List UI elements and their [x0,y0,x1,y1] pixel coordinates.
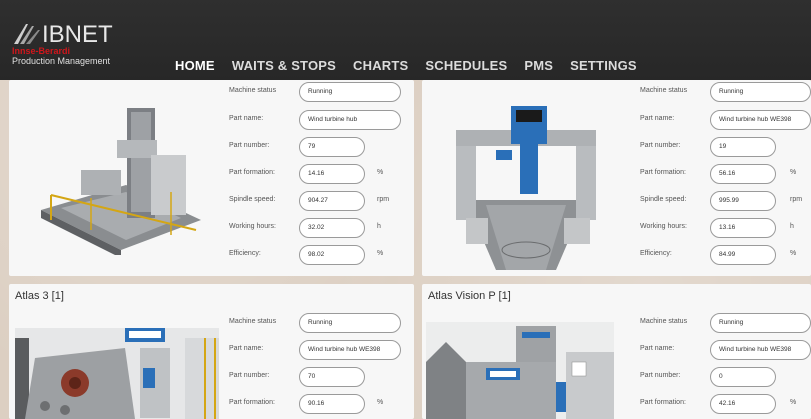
machine-panel-2: Machine status Running Part name: Wind t… [422,80,811,276]
part-number-label: Part number: [640,142,681,149]
nav-home[interactable]: HOME [175,58,215,73]
part-name-value[interactable]: Wind turbine hub [299,110,401,130]
machine-status-label: Machine status [640,87,688,94]
part-formation-label: Part formation: [229,399,275,406]
part-number-value[interactable]: 0 [710,367,776,387]
part-number-label: Part number: [640,372,681,379]
field-machine-status: Machine status Running [640,82,811,102]
part-name-label: Part name: [229,345,264,352]
machine-status-label: Machine status [640,318,688,325]
part-number-value[interactable]: 79 [299,137,365,157]
machine-panel-1: Machine status Running Part name: Wind t… [9,80,414,276]
field-part-formation: Part formation: 42.16 % [640,394,811,414]
field-spindle-speed: Spindle speed: 995.99 rpm [640,191,811,211]
app-header: IBNET Innse-Berardi Production Managemen… [0,0,811,80]
field-part-name: Part name: Wind turbine hub WE398 [640,110,811,130]
part-formation-unit: % [377,169,384,176]
spindle-speed-value[interactable]: 995.99 [710,191,776,211]
main-nav: HOME WAITS & STOPS CHARTS SCHEDULES PMS … [175,58,654,73]
part-formation-unit: % [790,399,797,406]
part-formation-value[interactable]: 90.16 [299,394,365,414]
machine-title: Atlas 3 [1] [15,290,64,302]
nav-charts[interactable]: CHARTS [353,58,408,73]
working-hours-label: Working hours: [640,223,687,230]
field-part-formation: Part formation: 56.16 % [640,164,811,184]
part-name-label: Part name: [640,345,675,352]
working-hours-value[interactable]: 32.02 [299,218,365,238]
efficiency-unit: % [790,250,797,257]
spindle-speed-unit: rpm [377,196,390,203]
efficiency-value[interactable]: 84.99 [710,245,776,265]
part-formation-value[interactable]: 42.16 [710,394,776,414]
nav-waits-stops[interactable]: WAITS & STOPS [232,58,336,73]
part-formation-label: Part formation: [640,399,686,406]
machine-image [15,328,219,419]
part-formation-value[interactable]: 56.16 [710,164,776,184]
spindle-speed-label: Spindle speed: [229,196,276,203]
working-hours-unit: h [790,223,794,230]
machine-status-value[interactable]: Running [299,82,401,102]
machine-image [41,108,201,255]
machine-panel-3: Atlas 3 [1] Machine status Running Part … [9,284,414,419]
efficiency-value[interactable]: 98.02 [299,245,365,265]
spindle-speed-value[interactable]: 904.27 [299,191,365,211]
working-hours-value[interactable]: 13.16 [710,218,776,238]
part-number-value[interactable]: 19 [710,137,776,157]
part-name-value[interactable]: Wind turbine hub WE398 [710,110,811,130]
part-formation-label: Part formation: [640,169,686,176]
working-hours-label: Working hours: [229,223,276,230]
part-formation-unit: % [790,169,797,176]
field-part-number: Part number: 0 [640,367,811,387]
part-name-value[interactable]: Wind turbine hub WE398 [299,340,401,360]
ibnet-logo-icon [14,24,40,44]
nav-settings[interactable]: SETTINGS [570,58,637,73]
field-machine-status: Machine status Running [640,313,811,333]
machine-status-value[interactable]: Running [710,313,811,333]
part-number-label: Part number: [229,142,270,149]
brand-subtitle-company: Innse-Berardi [12,46,71,56]
brand-subtitle-app: Production Management [12,56,111,66]
machine-status-value[interactable]: Running [710,82,811,102]
working-hours-unit: h [377,223,381,230]
efficiency-unit: % [377,250,384,257]
part-formation-unit: % [377,399,384,406]
spindle-speed-label: Spindle speed: [640,196,687,203]
field-part-number: Part number: 19 [640,137,811,157]
efficiency-label: Efficiency: [640,250,672,257]
machine-title: Atlas Vision P [1] [428,290,511,302]
machine-image [426,322,614,419]
part-name-label: Part name: [640,115,675,122]
nav-pms[interactable]: PMS [524,58,553,73]
part-formation-value[interactable]: 14.16 [299,164,365,184]
machine-status-label: Machine status [229,87,277,94]
machine-status-label: Machine status [229,318,277,325]
field-working-hours: Working hours: 13.16 h [640,218,811,238]
brand-name: IBNET [42,21,113,48]
part-name-value[interactable]: Wind turbine hub WE398 [710,340,811,360]
spindle-speed-unit: rpm [790,196,803,203]
machine-status-value[interactable]: Running [299,313,401,333]
part-number-label: Part number: [229,372,270,379]
field-part-name: Part name: Wind turbine hub WE398 [640,340,811,360]
machine-panel-4: Atlas Vision P [1] Machine status Runnin… [422,284,811,419]
part-number-value[interactable]: 70 [299,367,365,387]
machine-image [456,106,596,270]
part-name-label: Part name: [229,115,264,122]
nav-schedules[interactable]: SCHEDULES [425,58,507,73]
part-formation-label: Part formation: [229,169,275,176]
efficiency-label: Efficiency: [229,250,261,257]
ibnet-logo[interactable]: IBNET Innse-Berardi Production Managemen… [8,12,158,72]
field-efficiency: Efficiency: 84.99 % [640,245,811,265]
